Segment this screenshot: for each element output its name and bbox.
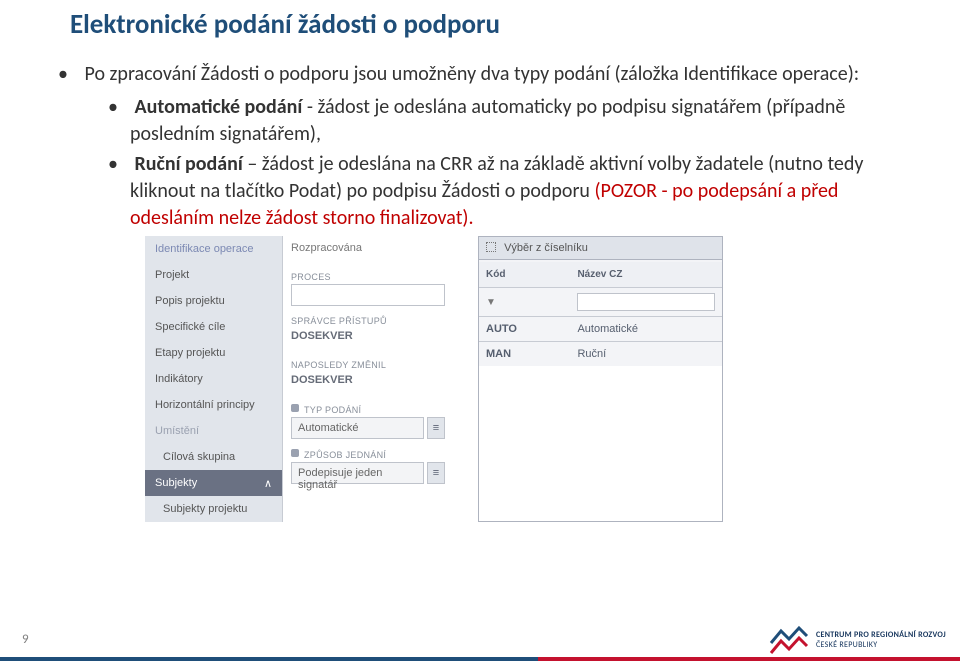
sidebar-item-indikatory[interactable]: Indikátory [145,366,282,392]
table-row[interactable]: MAN Ruční [479,342,722,367]
chevron-up-icon: ∧ [264,477,272,490]
nav-sidebar: Identifikace operace Projekt Popis proje… [145,236,283,522]
sidebar-item-popis[interactable]: Popis projektu [145,288,282,314]
label-zpusob: ZPŮSOB JEDNÁNÍ [291,439,445,462]
filter-icon[interactable]: ▼ [486,297,496,308]
footer-logo: CENTRUM PRO REGIONÁLNÍ ROZVOJ ČESKÉ REPU… [769,625,946,655]
list-icon: ≡ [433,467,439,479]
dialog-icon [486,242,496,252]
label-spravce: SPRÁVCE PŘÍSTUPŮ [291,306,445,328]
filter-input[interactable] [577,293,715,311]
zpusob-picker-button[interactable]: ≡ [427,462,445,484]
zpusob-field[interactable]: Podepisuje jeden signatář [291,462,424,484]
logo-icon [769,625,809,655]
sidebar-item-subjekty[interactable]: Subjekty ∧ [145,470,282,496]
bullet-manual: Ruční podání – žádost je odeslána na CRR… [130,151,910,232]
form-panel: Rozpracována PROCES SPRÁVCE PŘÍSTUPŮ DOS… [283,236,453,522]
logo-text: CENTRUM PRO REGIONÁLNÍ ROZVOJ ČESKÉ REPU… [816,630,946,650]
sidebar-item-projekt[interactable]: Projekt [145,262,282,288]
intro-paragraph: Po zpracování Žádosti o podporu jsou umo… [80,61,910,88]
page-number: 9 [22,632,29,647]
bullet-auto-label: Automatické podání [135,95,303,119]
lookup-dialog: Výběr z číselníku Kód Název CZ ▼ AUTO Au… [478,236,723,522]
col-nazev[interactable]: Název CZ [570,262,722,288]
sidebar-item-etapy[interactable]: Etapy projektu [145,340,282,366]
label-zmenil: NAPOSLEDY ZMĚNIL [291,350,445,372]
lookup-dialog-title: Výběr z číselníku [479,237,722,260]
label-proces: PROCES [291,262,445,284]
spravce-value: DOSEKVER [291,328,445,350]
sidebar-item-cile[interactable]: Specifické cíle [145,314,282,340]
table-row[interactable]: AUTO Automatické [479,317,722,342]
sidebar-item-identifikace[interactable]: Identifikace operace [145,236,282,262]
sidebar-item-horiz[interactable]: Horizontální principy [145,392,282,418]
sidebar-item-umisteni[interactable]: Umístění [145,418,282,444]
bullet-manual-label: Ruční podání [135,152,243,176]
col-kod[interactable]: Kód [479,262,570,288]
proces-field[interactable] [291,284,445,306]
footer-bar-red [538,657,960,661]
label-typ: TYP PODÁNÍ [291,394,445,417]
app-screenshot: Identifikace operace Projekt Popis proje… [145,236,910,522]
list-icon: ≡ [433,422,439,434]
lookup-table: Kód Název CZ ▼ AUTO Automatické MAN Ručn… [479,262,722,366]
sidebar-item-cilova[interactable]: Cílová skupina [145,444,282,470]
typ-podani-field[interactable]: Automatické [291,417,424,439]
bullet-auto: Automatické podání - žádost je odeslána … [130,94,910,148]
page-title: Elektronické podání žádosti o podporu [70,8,910,41]
status-value: Rozpracována [291,236,445,262]
footer-bar-blue [0,657,538,661]
zmenil-value: DOSEKVER [291,372,445,394]
sidebar-item-subjekty-proj[interactable]: Subjekty projektu [145,496,282,522]
typ-picker-button[interactable]: ≡ [427,417,445,439]
